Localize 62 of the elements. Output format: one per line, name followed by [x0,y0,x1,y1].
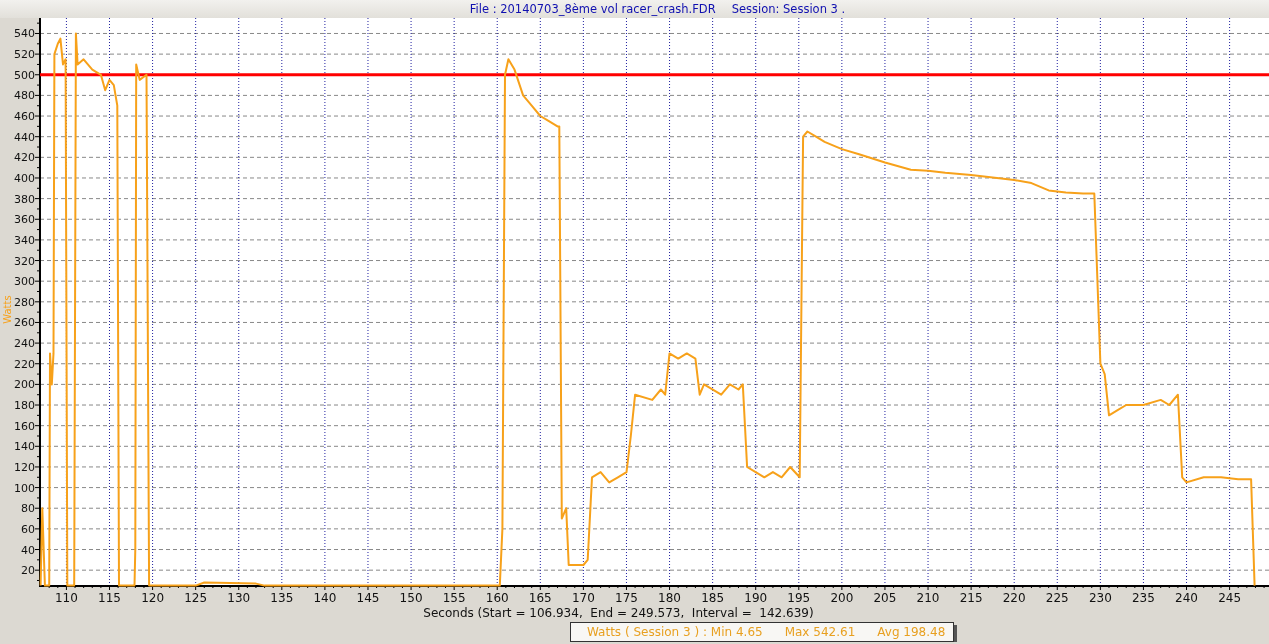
y-tick-label: 280 [14,295,35,309]
y-tick-label: 180 [14,399,35,413]
x-tick-label: 150 [399,591,423,605]
file-name-label: File : 20140703_8ème vol racer_crash.FDR [469,2,716,16]
y-tick-label: 80 [21,502,35,516]
y-tick-label: 460 [14,110,35,124]
session-label: Session: Session 3 . [731,2,846,16]
x-tick-label: 180 [658,591,681,605]
x-tick-label: 245 [1218,591,1242,605]
y-tick-label: 400 [14,171,35,185]
x-tick-label: 120 [141,591,165,605]
x-tick-label: 210 [916,591,940,605]
y-tick-label: 360 [14,213,35,227]
y-tick-label: 220 [14,357,35,371]
y-tick-label: 300 [14,275,35,289]
legend-max: Max 542.61 [784,625,856,639]
y-tick-label: 240 [14,337,35,351]
x-tick-label: 125 [184,591,208,605]
y-tick-label: 60 [21,522,35,536]
x-tick-label: 235 [1132,591,1155,605]
x-axis-title: Seconds (Start = 106.934, End = 249.573, Interval = 142.639) [423,606,814,620]
y-tick-label: 140 [14,440,35,454]
x-tick-label: 160 [485,591,509,605]
y-tick-label: 160 [14,419,35,433]
y-tick-label: 520 [14,48,35,62]
x-tick-label: 155 [442,591,466,605]
y-tick-label: 440 [14,130,35,144]
y-tick-label: 380 [14,192,35,206]
x-tick-label: 130 [227,591,251,605]
x-tick-label: 240 [1175,591,1198,605]
x-tick-label: 115 [98,591,121,605]
x-tick-label: 185 [701,591,725,605]
y-tick-label: 200 [14,378,35,392]
x-tick-label: 110 [54,591,78,605]
y-tick-label: 40 [21,543,35,557]
y-tick-label: 100 [14,481,35,495]
x-tick-label: 230 [1088,591,1112,605]
y-tick-label: 20 [21,564,35,578]
x-tick-label: 145 [356,591,380,605]
y-tick-label: 120 [14,460,35,474]
legend-avg: Avg 198.48 [877,625,946,639]
x-tick-label: 140 [313,591,337,605]
x-tick-label: 195 [787,591,811,605]
x-tick-label: 220 [1002,591,1026,605]
y-tick-label: 340 [14,233,35,247]
x-tick-label: 170 [571,591,595,605]
y-tick-label: 540 [14,27,35,41]
x-tick-label: 205 [873,591,897,605]
x-tick-label: 135 [270,591,294,605]
x-tick-label: 165 [528,591,552,605]
legend-series-label: Watts ( Session 3 ) : Min 4.65 [587,625,763,639]
y-tick-label: 260 [14,316,35,330]
x-tick-label: 200 [830,591,854,605]
x-tick-label: 225 [1045,591,1069,605]
x-tick-label: 190 [744,591,768,605]
x-tick-label: 175 [615,591,638,605]
y-axis-title: Watts [2,295,13,324]
y-tick-label: 320 [14,254,35,268]
y-tick-label: 420 [14,151,35,165]
y-tick-label: 500 [14,68,35,82]
x-tick-label: 215 [959,591,983,605]
y-tick-label: 480 [14,89,35,103]
